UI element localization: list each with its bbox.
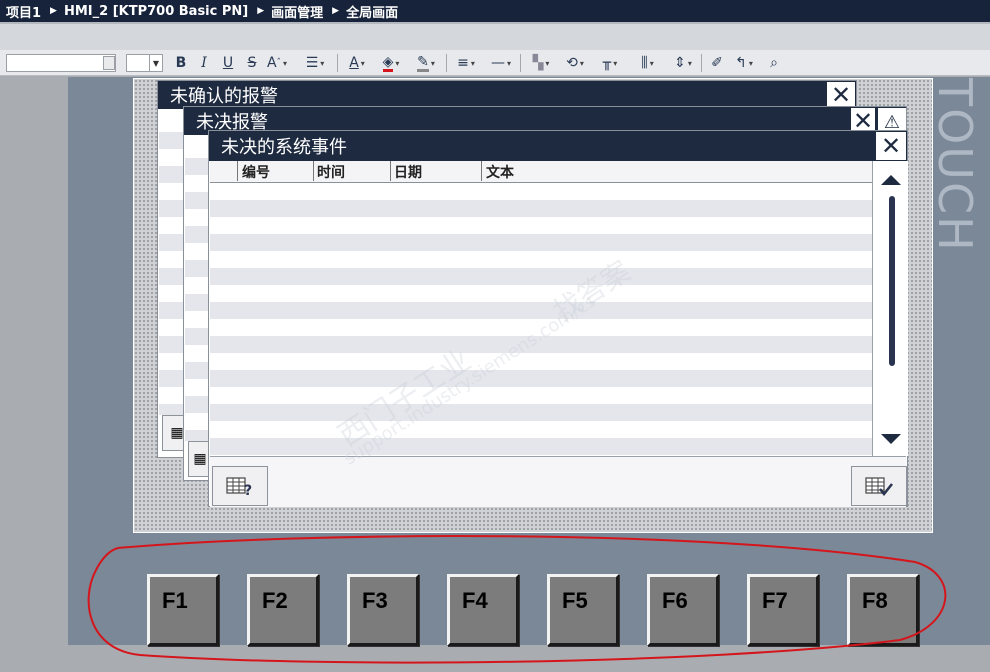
red-annotation-ellipse: [87, 535, 947, 664]
